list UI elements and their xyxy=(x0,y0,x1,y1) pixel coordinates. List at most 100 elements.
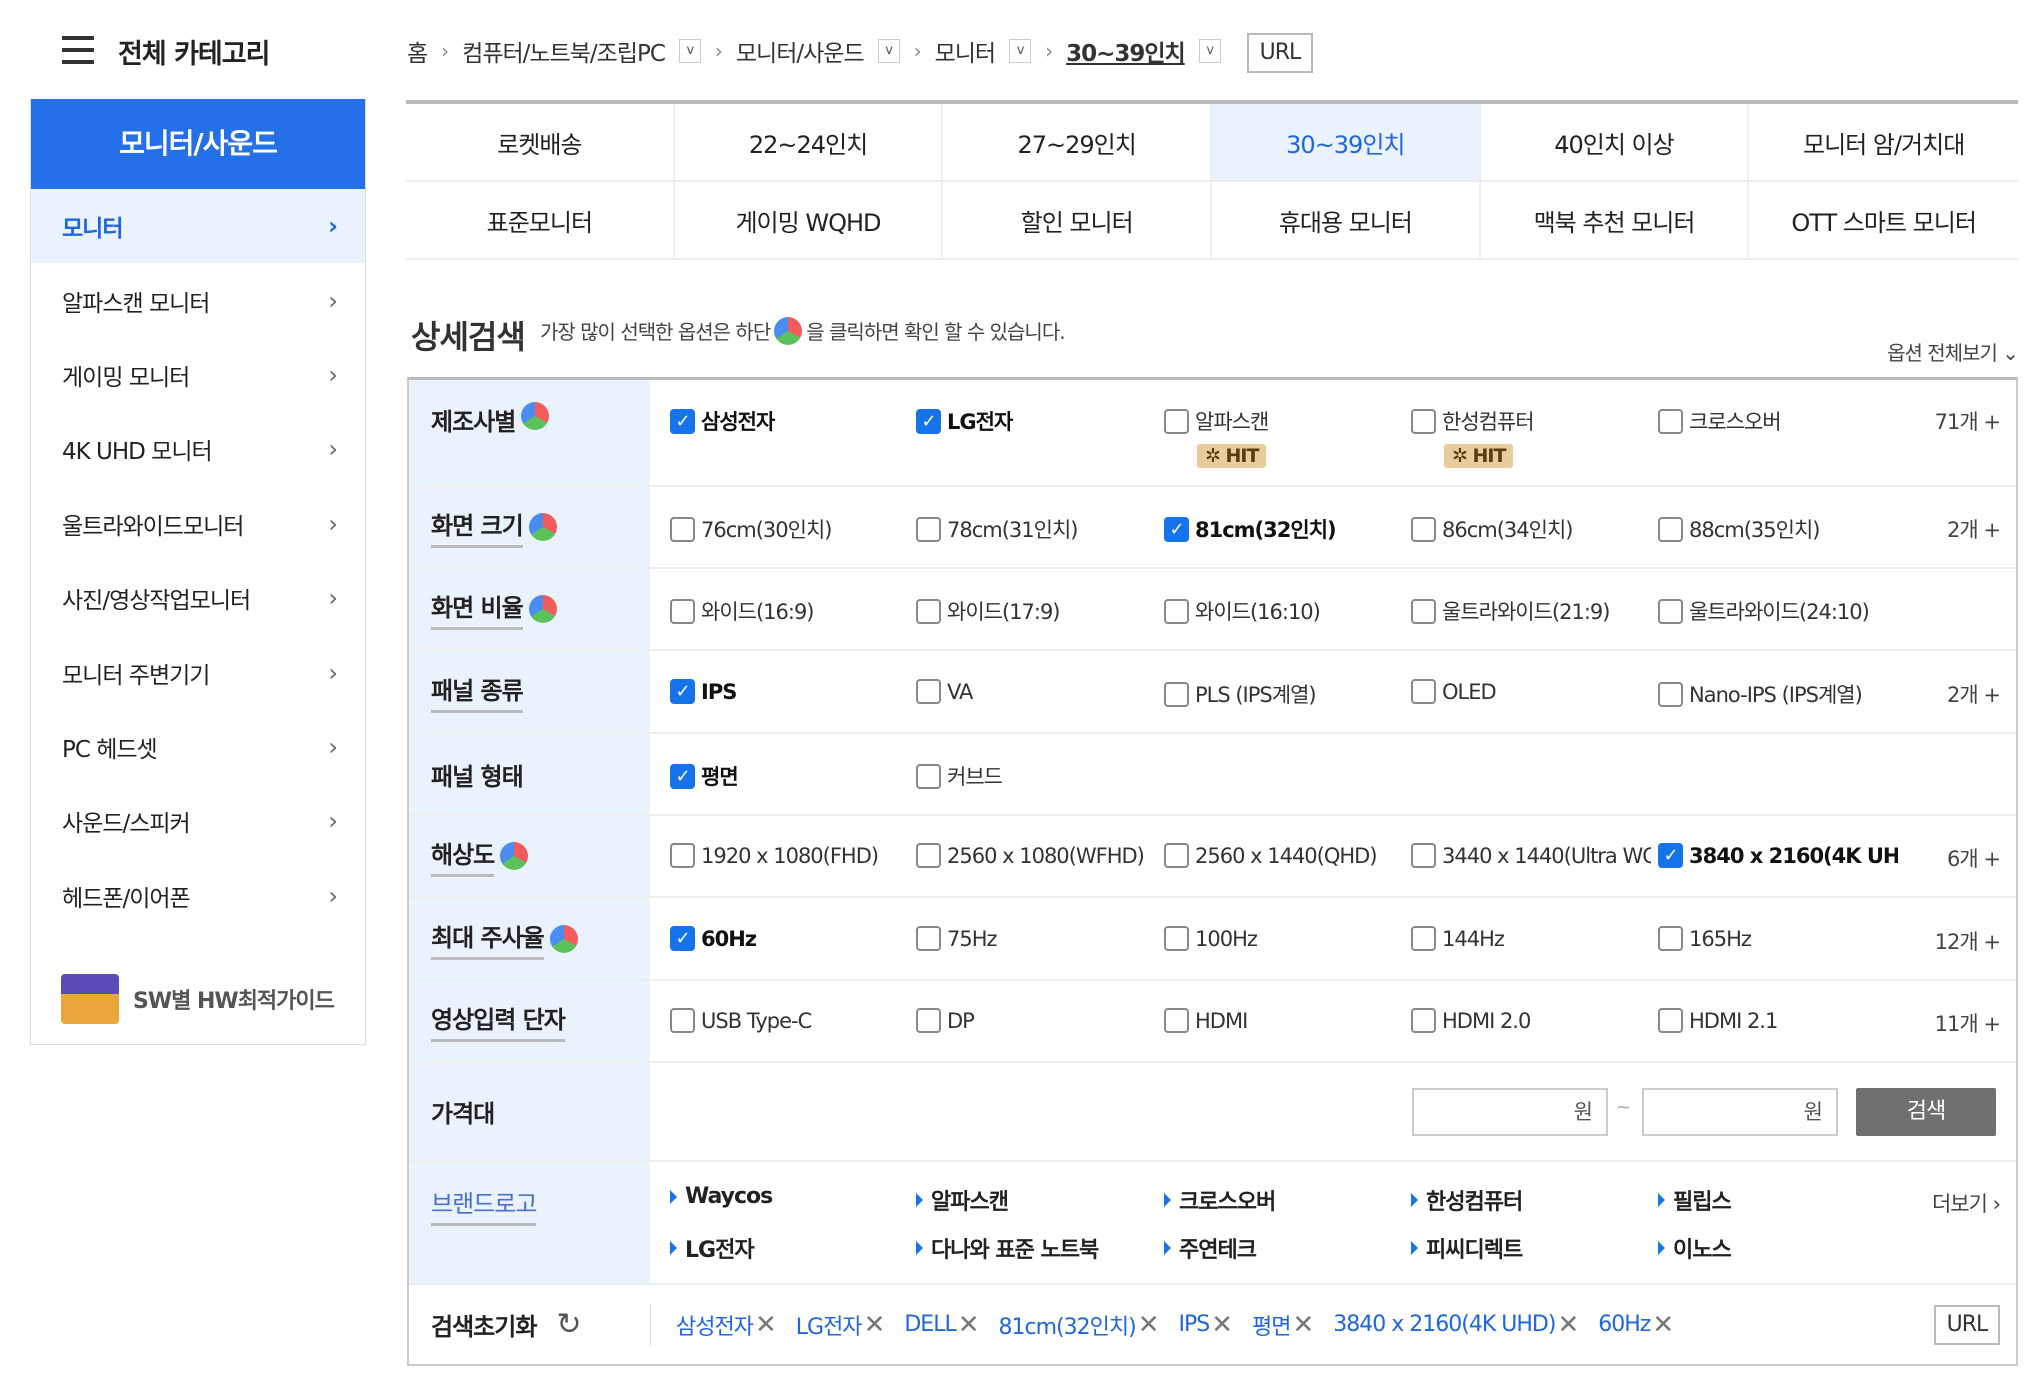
filter-option[interactable]: DP xyxy=(916,1008,1156,1033)
pie-icon[interactable] xyxy=(550,925,578,953)
filter-option[interactable]: 3440 x 1440(Ultra WQH xyxy=(1411,843,1651,868)
filter-option[interactable]: 알파스캔 xyxy=(1164,406,1404,436)
chevron-down-icon[interactable]: v xyxy=(679,39,701,63)
brand-link[interactable]: 알파스캔 xyxy=(916,1184,1008,1216)
sidebar-item[interactable]: 헤드폰/이어폰› xyxy=(31,859,365,933)
breadcrumb-item[interactable]: 컴퓨터/노트북/조립PC xyxy=(462,34,665,68)
filter-option[interactable]: 울트라와이드(21:9) xyxy=(1411,596,1651,626)
checkbox[interactable] xyxy=(916,843,941,868)
checkbox[interactable] xyxy=(1658,682,1683,707)
checkbox[interactable] xyxy=(1411,517,1436,542)
close-icon[interactable]: ✕ xyxy=(755,1310,776,1340)
price-max-input[interactable]: 원 xyxy=(1642,1088,1838,1136)
more-options-button[interactable]: 12개 + xyxy=(1935,926,2000,956)
brand-link[interactable]: LG전자 xyxy=(670,1232,754,1264)
reset-button[interactable]: 검색초기화↻ xyxy=(409,1285,650,1364)
filter-option[interactable]: 2560 x 1440(QHD) xyxy=(1164,843,1404,868)
breadcrumb-item[interactable]: 30~39인치 xyxy=(1066,34,1185,68)
brand-link[interactable]: 이노스 xyxy=(1658,1232,1731,1264)
checkbox[interactable] xyxy=(670,517,695,542)
filter-option[interactable]: Nano-IPS (IPS계열) xyxy=(1658,679,1898,709)
brand-logo-label[interactable]: 브랜드로고 xyxy=(431,1184,536,1226)
brand-link[interactable]: 크로스오버 xyxy=(1164,1184,1275,1216)
checkbox[interactable] xyxy=(670,843,695,868)
breadcrumb-item[interactable]: 모니터 xyxy=(935,34,995,68)
checkbox[interactable]: ✓ xyxy=(1164,517,1189,542)
close-icon[interactable]: ✕ xyxy=(958,1310,979,1340)
pie-icon[interactable] xyxy=(529,513,557,541)
filter-label-text[interactable]: 해상도 xyxy=(431,835,494,877)
sidebar-item[interactable]: 게이밍 모니터› xyxy=(31,338,365,412)
checkbox[interactable] xyxy=(1411,843,1436,868)
category-tab[interactable]: 로켓배송 xyxy=(406,104,675,182)
chevron-down-icon[interactable]: v xyxy=(1009,39,1031,63)
brand-more-button[interactable]: 더보기 › xyxy=(1932,1188,2000,1218)
checkbox[interactable] xyxy=(1411,679,1436,704)
filter-option[interactable]: 와이드(17:9) xyxy=(916,596,1156,626)
sidebar-item[interactable]: PC 헤드셋› xyxy=(31,710,365,784)
filter-option[interactable]: ✓평면 xyxy=(670,761,910,791)
selected-chip[interactable]: DELL✕ xyxy=(904,1310,978,1340)
more-options-button[interactable]: 6개 + xyxy=(1947,843,2000,873)
selected-chip[interactable]: IPS✕ xyxy=(1178,1310,1232,1340)
more-options-button[interactable]: 71개 + xyxy=(1935,406,2000,436)
selected-chip[interactable]: 삼성전자✕ xyxy=(676,1309,776,1341)
pie-icon[interactable] xyxy=(529,595,557,623)
selected-chip[interactable]: 60Hz✕ xyxy=(1598,1310,1673,1340)
breadcrumb-item[interactable]: 홈 xyxy=(407,34,427,68)
close-icon[interactable]: ✕ xyxy=(1211,1310,1232,1340)
brand-link[interactable]: 다나와 표준 노트북 xyxy=(916,1232,1098,1264)
filter-option[interactable]: OLED xyxy=(1411,679,1651,704)
filter-option[interactable]: 100Hz xyxy=(1164,926,1404,951)
filter-option[interactable]: ✓삼성전자 xyxy=(670,406,910,436)
filter-option[interactable]: 76cm(30인치) xyxy=(670,514,910,544)
close-icon[interactable]: ✕ xyxy=(1652,1310,1673,1340)
checkbox[interactable] xyxy=(1164,1008,1189,1033)
sidebar-item[interactable]: 모니터› xyxy=(31,189,365,263)
filter-option[interactable]: ✓60Hz xyxy=(670,926,910,951)
checkbox[interactable] xyxy=(1411,599,1436,624)
filter-option[interactable]: 커브드 xyxy=(916,761,1156,791)
checkbox[interactable]: ✓ xyxy=(670,679,695,704)
checkbox[interactable] xyxy=(1164,843,1189,868)
checkbox[interactable] xyxy=(1658,599,1683,624)
filter-option[interactable]: 한성컴퓨터 xyxy=(1411,406,1651,436)
checkbox[interactable] xyxy=(1658,517,1683,542)
url-button[interactable]: URL xyxy=(1247,33,1313,73)
checkbox[interactable] xyxy=(916,764,941,789)
checkbox[interactable] xyxy=(1658,1008,1683,1033)
filter-option[interactable]: HDMI 2.1 xyxy=(1658,1008,1898,1033)
filter-option[interactable]: 165Hz xyxy=(1658,926,1898,951)
selected-chip[interactable]: 81cm(32인치)✕ xyxy=(999,1309,1159,1341)
filter-option[interactable]: VA xyxy=(916,679,1156,704)
url-button[interactable]: URL xyxy=(1934,1305,2000,1345)
checkbox[interactable]: ✓ xyxy=(916,409,941,434)
close-icon[interactable]: ✕ xyxy=(1138,1310,1159,1340)
pie-icon[interactable] xyxy=(500,842,528,870)
filter-option[interactable]: USB Type-C xyxy=(670,1008,910,1033)
pie-icon[interactable] xyxy=(521,402,549,430)
price-min-input[interactable]: 원 xyxy=(1412,1088,1608,1136)
breadcrumb-item[interactable]: 모니터/사운드 xyxy=(736,34,864,68)
more-options-button[interactable]: 2개 + xyxy=(1947,514,2000,544)
checkbox[interactable] xyxy=(1658,409,1683,434)
more-options-button[interactable]: 11개 + xyxy=(1935,1008,2000,1038)
category-tab[interactable]: 맥북 추천 모니터 xyxy=(1481,182,1750,260)
close-icon[interactable]: ✕ xyxy=(1293,1310,1314,1340)
category-tab[interactable]: 표준모니터 xyxy=(406,182,675,260)
sidebar-item[interactable]: 4K UHD 모니터› xyxy=(31,412,365,486)
category-tab[interactable]: 40인치 이상 xyxy=(1481,104,1750,182)
sidebar-item[interactable]: 사진/영상작업모니터› xyxy=(31,561,365,635)
filter-option[interactable]: HDMI xyxy=(1164,1008,1404,1033)
chevron-down-icon[interactable]: v xyxy=(1199,39,1221,63)
checkbox[interactable] xyxy=(916,599,941,624)
checkbox[interactable] xyxy=(1658,926,1683,951)
close-icon[interactable]: ✕ xyxy=(864,1310,885,1340)
brand-link[interactable]: 한성컴퓨터 xyxy=(1411,1184,1522,1216)
filter-option[interactable]: 86cm(34인치) xyxy=(1411,514,1651,544)
brand-link[interactable]: 주연테크 xyxy=(1164,1232,1256,1264)
checkbox[interactable] xyxy=(1411,926,1436,951)
sidebar-item[interactable]: 모니터 주변기기› xyxy=(31,635,365,709)
more-options-button[interactable]: 2개 + xyxy=(1947,679,2000,709)
filter-option[interactable]: 2560 x 1080(WFHD) xyxy=(916,843,1156,868)
